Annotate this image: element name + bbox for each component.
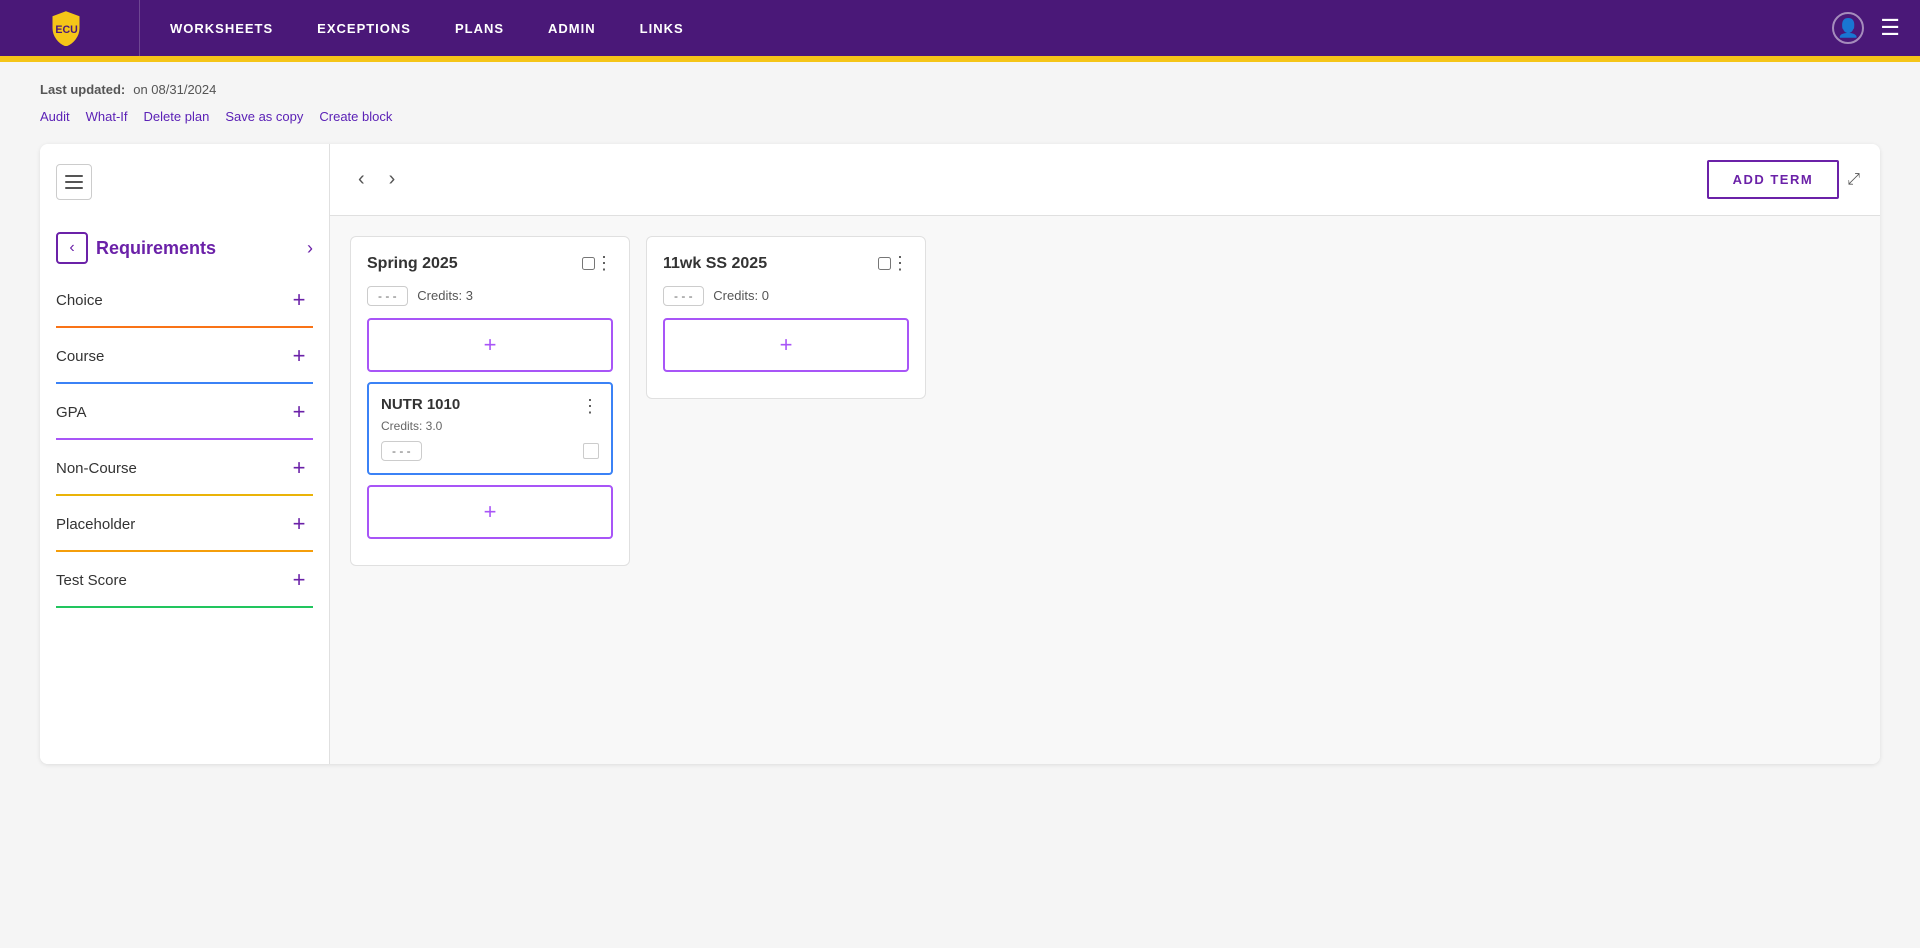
add-term-button[interactable]: ADD TERM	[1707, 160, 1840, 199]
nutr1010-badge: - - -	[381, 441, 422, 461]
add-course-11wk[interactable]: +	[663, 318, 909, 372]
sidebar-item-testscore-label: Test Score	[56, 572, 127, 589]
ecu-logo: ECU	[0, 0, 140, 56]
sidebar-item-placeholder-label: Placeholder	[56, 516, 135, 533]
hamburger-line-2	[65, 181, 83, 183]
sidebar-item-noncourse[interactable]: Non-Course +	[40, 440, 329, 496]
term-spring-2025-menu[interactable]: ⋮	[595, 253, 613, 274]
delete-plan-link[interactable]: Delete plan	[144, 109, 210, 124]
what-if-link[interactable]: What-If	[86, 109, 128, 124]
add-course-spring-bottom-icon: +	[484, 499, 497, 525]
spring-2025-credits-value: 3	[466, 288, 473, 303]
nav-right: 👤 ☰	[1832, 12, 1920, 44]
user-icon[interactable]: 👤	[1832, 12, 1864, 44]
term-11wk-checkbox[interactable]	[878, 257, 891, 270]
nutr1010-credits: Credits: 3.0	[381, 419, 599, 433]
sidebar-item-gpa[interactable]: GPA +	[40, 384, 329, 440]
nutr1010-badge-row: - - -	[381, 441, 599, 461]
main-toolbar: ‹ › ADD TERM ⤢	[330, 144, 1880, 216]
hamburger-line-1	[65, 175, 83, 177]
term-11wk-title: 11wk SS 2025	[663, 255, 870, 273]
11wk-credits-badge: - - -	[663, 286, 704, 306]
nutr1010-menu[interactable]: ⋮	[581, 396, 599, 417]
sidebar-header	[40, 156, 329, 216]
sidebar-item-choice[interactable]: Choice +	[40, 272, 329, 328]
add-choice-button[interactable]: +	[285, 286, 313, 314]
11wk-credits-value: 0	[762, 288, 769, 303]
add-course-spring-2025-top[interactable]: +	[367, 318, 613, 372]
save-as-copy-link[interactable]: Save as copy	[225, 109, 303, 124]
nutr1010-header: NUTR 1010 ⋮	[381, 396, 599, 417]
term-spring-2025-credits: - - - Credits: 3	[367, 286, 613, 306]
sidebar-item-gpa-label: GPA	[56, 404, 87, 421]
add-course-11wk-icon: +	[780, 332, 793, 358]
nav-exceptions[interactable]: EXCEPTIONS	[295, 0, 433, 56]
add-noncourse-button[interactable]: +	[285, 454, 313, 482]
sidebar-item-noncourse-label: Non-Course	[56, 460, 137, 477]
sidebar: ‹ Requirements › Choice + Course + GPA +	[40, 144, 330, 764]
expand-button[interactable]: ⤢	[1847, 171, 1860, 189]
spring-2025-credits-label: Credits:	[417, 288, 462, 303]
svg-text:ECU: ECU	[55, 24, 78, 36]
term-11wk-ss-2025: 11wk SS 2025 ⋮ - - - Credits: 0 +	[646, 236, 926, 399]
term-11wk-header: 11wk SS 2025 ⋮	[663, 253, 909, 274]
requirements-header: ‹ Requirements ›	[40, 224, 329, 272]
hamburger-menu-icon[interactable]: ☰	[1880, 15, 1900, 41]
prev-button[interactable]: ‹	[350, 164, 373, 195]
top-nav: ECU WORKSHEETS EXCEPTIONS PLANS ADMIN LI…	[0, 0, 1920, 56]
last-updated-label: Last updated:	[40, 82, 125, 97]
nav-admin[interactable]: ADMIN	[526, 0, 618, 56]
sidebar-item-course-label: Course	[56, 348, 104, 365]
sidebar-item-course[interactable]: Course +	[40, 328, 329, 384]
add-course-button[interactable]: +	[285, 342, 313, 370]
nav-links[interactable]: LINKS	[618, 0, 706, 56]
term-spring-2025: Spring 2025 ⋮ - - - Credits: 3 +	[350, 236, 630, 566]
spring-2025-credits-badge: - - -	[367, 286, 408, 306]
11wk-credits-label: Credits:	[713, 288, 758, 303]
term-11wk-menu[interactable]: ⋮	[891, 253, 909, 274]
terms-container: Spring 2025 ⋮ - - - Credits: 3 +	[330, 216, 1880, 586]
main-panel: ‹ Requirements › Choice + Course + GPA +	[40, 144, 1880, 764]
sidebar-item-choice-label: Choice	[56, 292, 103, 309]
sidebar-item-placeholder[interactable]: Placeholder +	[40, 496, 329, 552]
hamburger-button[interactable]	[56, 164, 92, 200]
last-updated-row: Last updated: on 08/31/2024	[40, 82, 1880, 97]
shield-icon: ECU	[48, 10, 84, 46]
hamburger-line-3	[65, 187, 83, 189]
last-updated-date: on 08/31/2024	[133, 82, 216, 97]
nutr1010-checkbox[interactable]	[583, 443, 599, 459]
sidebar-item-testscore[interactable]: Test Score +	[40, 552, 329, 608]
next-button[interactable]: ›	[381, 164, 404, 195]
add-placeholder-button[interactable]: +	[285, 510, 313, 538]
course-card-nutr1010: NUTR 1010 ⋮ Credits: 3.0 - - -	[367, 382, 613, 475]
nav-plans[interactable]: PLANS	[433, 0, 526, 56]
term-11wk-credits: - - - Credits: 0	[663, 286, 909, 306]
requirements-section: ‹ Requirements › Choice + Course + GPA +	[40, 216, 329, 616]
nav-worksheets[interactable]: WORKSHEETS	[148, 0, 295, 56]
nav-links: WORKSHEETS EXCEPTIONS PLANS ADMIN LINKS	[140, 0, 1832, 56]
audit-link[interactable]: Audit	[40, 109, 70, 124]
term-spring-2025-header: Spring 2025 ⋮	[367, 253, 613, 274]
requirements-forward-button[interactable]: ›	[307, 238, 313, 259]
add-course-spring-2025-bottom[interactable]: +	[367, 485, 613, 539]
add-course-spring-top-icon: +	[484, 332, 497, 358]
term-spring-2025-title: Spring 2025	[367, 255, 574, 273]
requirements-title: Requirements	[96, 238, 299, 259]
page-content: Last updated: on 08/31/2024 Audit What-I…	[0, 62, 1920, 948]
add-gpa-button[interactable]: +	[285, 398, 313, 426]
nutr1010-name: NUTR 1010	[381, 396, 581, 413]
add-testscore-button[interactable]: +	[285, 566, 313, 594]
create-block-link[interactable]: Create block	[319, 109, 392, 124]
main-area: ‹ › ADD TERM ⤢ Spring 2025 ⋮ - - -	[330, 144, 1880, 764]
term-spring-2025-checkbox[interactable]	[582, 257, 595, 270]
action-links: Audit What-If Delete plan Save as copy C…	[40, 109, 1880, 124]
requirements-back-button[interactable]: ‹	[56, 232, 88, 264]
